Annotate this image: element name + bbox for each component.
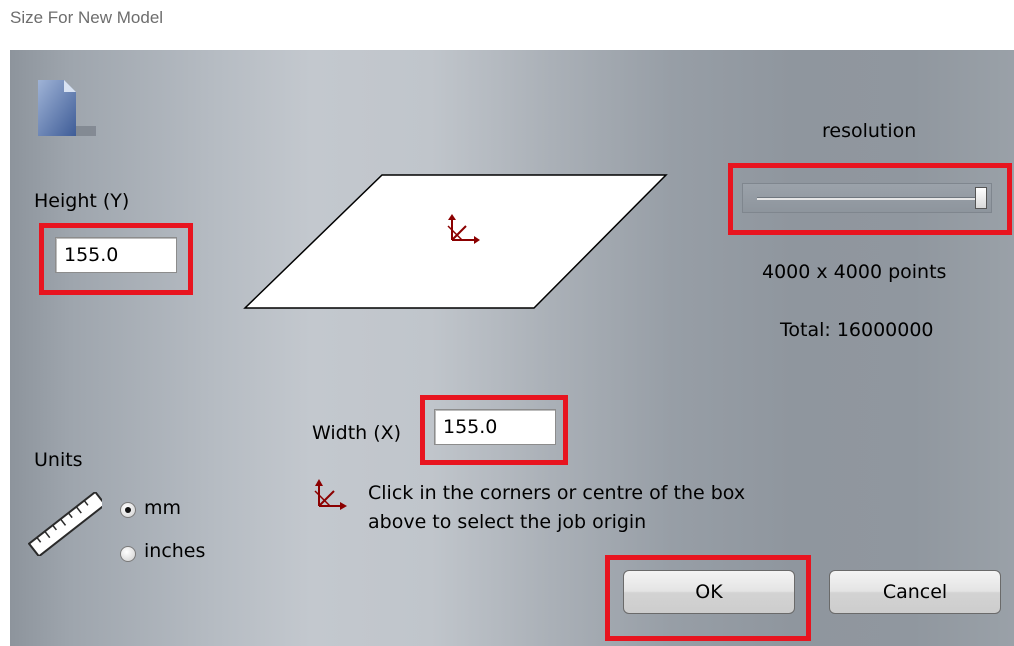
slider-track-line (757, 197, 977, 200)
model-preview-box[interactable] (242, 172, 672, 312)
dialog-panel: Height (Y) 155.0 resolution 4000 x 4000 … (10, 50, 1014, 646)
slider-thumb[interactable] (975, 187, 987, 209)
radio-mm[interactable] (120, 502, 136, 518)
height-label: Height (Y) (34, 190, 130, 212)
hint-line-2: above to select the job origin (368, 511, 647, 533)
origin-marker-icon (314, 479, 347, 510)
radio-inches-label[interactable]: inches (144, 540, 205, 562)
total-readout: Total: 16000000 (780, 319, 934, 341)
radio-mm-label[interactable]: mm (144, 497, 181, 519)
window-title: Size For New Model (10, 8, 164, 27)
hint-line-1: Click in the corners or centre of the bo… (368, 482, 746, 504)
units-label: Units (34, 449, 83, 471)
ruler-icon (28, 492, 102, 556)
resolution-slider[interactable] (742, 183, 992, 213)
height-input[interactable]: 155.0 (55, 237, 177, 273)
resolution-label: resolution (822, 120, 917, 142)
ok-button[interactable]: OK (623, 570, 795, 614)
document-icon (34, 78, 100, 148)
points-readout: 4000 x 4000 points (762, 261, 947, 283)
cancel-button[interactable]: Cancel (829, 570, 1001, 614)
width-label: Width (X) (312, 422, 402, 444)
width-input[interactable]: 155.0 (434, 409, 556, 445)
radio-mm-dot (125, 507, 131, 513)
radio-inches[interactable] (120, 546, 136, 562)
